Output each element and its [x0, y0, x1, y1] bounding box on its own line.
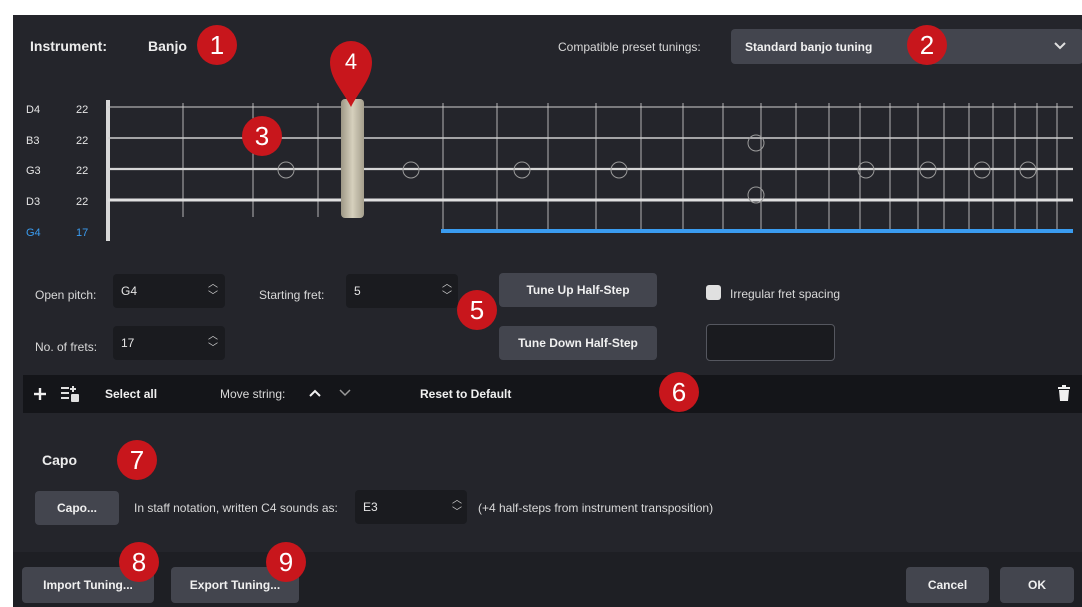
frets-count-value: 17	[121, 336, 135, 350]
move-up-chevron-icon[interactable]	[308, 388, 322, 398]
string-toolbar: Select all Move string: Reset to Default	[23, 375, 1082, 413]
dialog-footer: Import Tuning... Export Tuning... Cancel…	[13, 552, 1082, 607]
tune-down-button[interactable]: Tune Down Half-Step	[499, 326, 657, 360]
edit-tuning-dialog: Instrument: Banjo Compatible preset tuni…	[13, 15, 1082, 607]
fret-spacing-field[interactable]	[706, 324, 835, 361]
cancel-button[interactable]: Cancel	[906, 567, 989, 603]
capo-sounds-stepper[interactable]: ︿ ﹀	[450, 492, 464, 522]
callout-4: 4	[344, 49, 358, 74]
fret-lines	[182, 103, 1058, 231]
frets-count-label: No. of frets:	[35, 340, 98, 354]
ok-button[interactable]: OK	[1000, 567, 1074, 603]
starting-fret-value: 5	[354, 284, 361, 298]
callout-6: 6	[659, 372, 699, 412]
irregular-fret-checkbox[interactable]	[706, 285, 721, 300]
callout-9: 9	[266, 542, 306, 582]
move-down-chevron-icon[interactable]	[338, 388, 352, 398]
callout-7: 7	[117, 440, 157, 480]
capo-heading: Capo	[42, 452, 77, 468]
callout-1: 1	[197, 25, 237, 65]
chevron-down-icon[interactable]: ﹀	[442, 291, 452, 303]
chevron-down-icon[interactable]: ﹀	[208, 291, 218, 303]
tune-up-button[interactable]: Tune Up Half-Step	[499, 273, 657, 307]
open-pitch-label: Open pitch:	[35, 288, 97, 302]
chevron-up-icon[interactable]: ︿	[208, 279, 218, 291]
capo-sounds-label: In staff notation, written C4 sounds as:	[134, 501, 338, 515]
starting-fret-label: Starting fret:	[259, 288, 325, 302]
chevron-down-icon[interactable]: ﹀	[208, 343, 218, 355]
add-icon[interactable]	[33, 387, 47, 401]
open-pitch-value: G4	[121, 284, 138, 298]
capo-button[interactable]: Capo...	[35, 491, 119, 525]
frets-count-stepper[interactable]: ︿ ﹀	[206, 328, 220, 358]
chevron-up-icon[interactable]: ︿	[442, 279, 452, 291]
transposition-note: (+4 half-steps from instrument transposi…	[478, 501, 714, 515]
reset-default-button[interactable]: Reset to Default	[420, 387, 511, 401]
chevron-up-icon[interactable]: ︿	[452, 495, 462, 507]
capo-handle[interactable]	[341, 99, 364, 218]
open-pitch-stepper[interactable]: ︿ ﹀	[206, 276, 220, 306]
callout-8: 8	[119, 542, 159, 582]
move-string-label: Move string:	[220, 387, 286, 401]
select-all-button[interactable]: Select all	[105, 387, 157, 401]
callout-5: 5	[457, 290, 497, 330]
chevron-down-icon[interactable]: ﹀	[452, 507, 462, 519]
chevron-up-icon[interactable]: ︿	[208, 331, 218, 343]
callout-3: 3	[242, 116, 282, 156]
nut	[106, 100, 110, 241]
irregular-fret-label: Irregular fret spacing	[730, 287, 841, 301]
trash-icon[interactable]	[1057, 385, 1071, 402]
capo-sounds-value: E3	[363, 500, 378, 514]
starting-fret-stepper[interactable]: ︿ ﹀	[440, 276, 454, 306]
add-string-list-icon[interactable]	[60, 385, 80, 403]
callout-2: 2	[907, 25, 947, 65]
